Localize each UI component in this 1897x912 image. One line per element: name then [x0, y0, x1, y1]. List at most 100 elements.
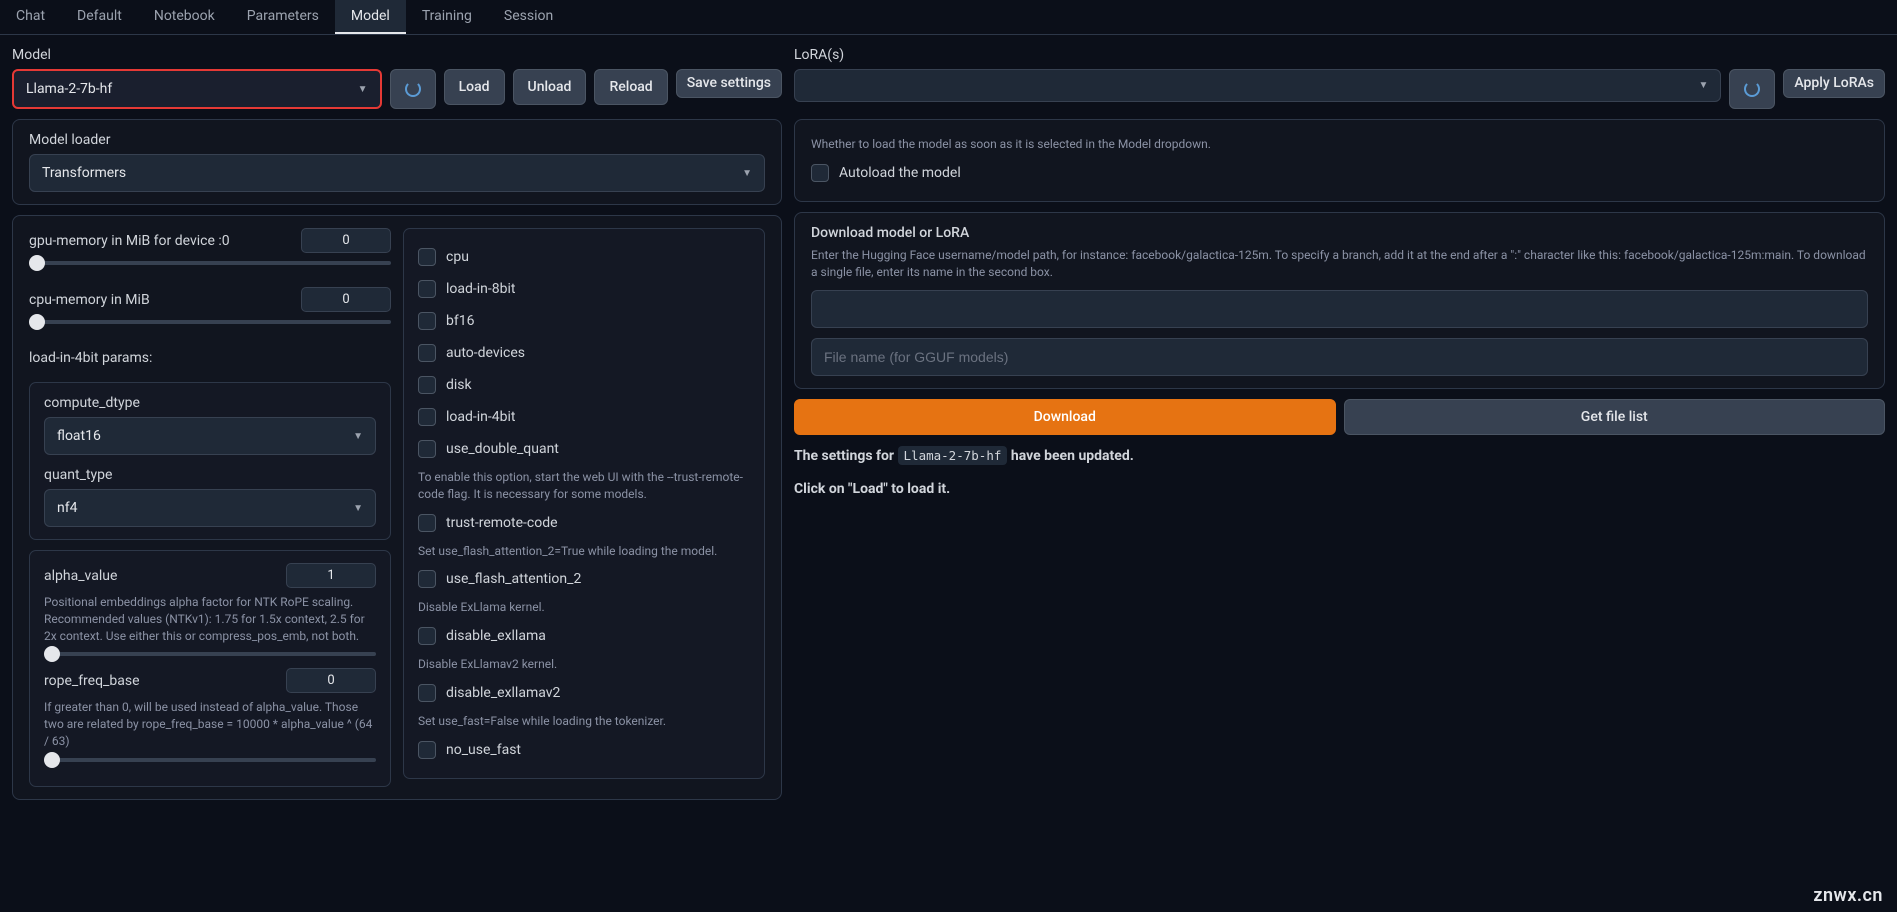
status-message: The settings for Llama-2-7b-hf have been… — [794, 445, 1885, 467]
alpha-value-help: Positional embeddings alpha factor for N… — [44, 594, 376, 644]
refresh-icon — [405, 81, 421, 97]
chevron-down-icon: ▼ — [1698, 80, 1708, 91]
lora-label: LoRA(s) — [794, 47, 1885, 63]
gpu-memory-value[interactable]: 0 — [301, 228, 391, 253]
chevron-down-icon: ▼ — [742, 168, 752, 179]
bf16-checkbox[interactable] — [418, 312, 436, 330]
tab-training[interactable]: Training — [406, 0, 488, 34]
download-button[interactable]: Download — [794, 399, 1336, 435]
tab-notebook[interactable]: Notebook — [138, 0, 231, 34]
disable-exllama-checkbox[interactable] — [418, 627, 436, 645]
loader-settings-panel: gpu-memory in MiB for device :0 0 cpu-me… — [12, 215, 782, 800]
disk-checkbox[interactable] — [418, 376, 436, 394]
cpu-memory-track[interactable] — [29, 320, 391, 324]
rope-freq-base-label: rope_freq_base — [44, 673, 140, 689]
download-filename-input[interactable] — [811, 338, 1868, 376]
slider-thumb[interactable] — [44, 752, 60, 768]
trust-remote-code-label: trust-remote-code — [446, 515, 558, 531]
quant-type-label: quant_type — [44, 467, 376, 483]
slider-thumb[interactable] — [44, 646, 60, 662]
flash-attention-help: Set use_flash_attention_2=True while loa… — [418, 539, 750, 564]
get-file-list-button[interactable]: Get file list — [1344, 399, 1886, 435]
unload-button[interactable]: Unload — [513, 69, 587, 105]
download-help: Enter the Hugging Face username/model pa… — [811, 247, 1868, 281]
disable-exllama-help: Disable ExLlama kernel. — [418, 595, 750, 620]
rope-freq-base-help: If greater than 0, will be used instead … — [44, 699, 376, 749]
autoload-panel: Whether to load the model as soon as it … — [794, 119, 1885, 202]
compute-dtype-group: compute_dtype float16 ▼ quant_type nf4 ▼ — [29, 382, 391, 540]
chevron-down-icon: ▼ — [358, 84, 368, 95]
cpu-memory-label: cpu-memory in MiB — [29, 292, 150, 308]
trust-remote-code-help: To enable this option, start the web UI … — [418, 465, 750, 507]
use-double-quant-checkbox[interactable] — [418, 440, 436, 458]
bf16-label: bf16 — [446, 313, 474, 329]
tab-chat[interactable]: Chat — [0, 0, 61, 34]
use-flash-attention-2-checkbox[interactable] — [418, 570, 436, 588]
model-loader-label: Model loader — [29, 132, 765, 148]
top-tabs: Chat Default Notebook Parameters Model T… — [0, 0, 1897, 35]
tab-default[interactable]: Default — [61, 0, 138, 34]
disable-exllamav2-help: Disable ExLlamav2 kernel. — [418, 652, 750, 677]
autoload-model-label: Autoload the model — [839, 165, 961, 181]
cpu-memory-value[interactable]: 0 — [301, 287, 391, 312]
disable-exllamav2-checkbox[interactable] — [418, 684, 436, 702]
trust-remote-code-checkbox[interactable] — [418, 514, 436, 532]
load-in-4bit-params-label: load-in-4bit params: — [29, 350, 391, 366]
model-dropdown-value: Llama-2-7b-hf — [26, 81, 112, 97]
alpha-value-input[interactable]: 1 — [286, 563, 376, 588]
no-use-fast-help: Set use_fast=False while loading the tok… — [418, 709, 750, 734]
checkbox-panel: cpu load-in-8bit bf16 auto-devices disk … — [403, 228, 765, 779]
rope-freq-base-input[interactable]: 0 — [286, 668, 376, 693]
slider-thumb[interactable] — [29, 255, 45, 271]
chevron-down-icon: ▼ — [353, 431, 363, 442]
model-dropdown[interactable]: Llama-2-7b-hf ▼ — [12, 69, 382, 109]
load-in-4bit-checkbox[interactable] — [418, 408, 436, 426]
model-label: Model — [12, 47, 782, 63]
download-model-path-input[interactable] — [811, 290, 1868, 328]
tab-parameters[interactable]: Parameters — [231, 0, 335, 34]
alpha-value-group: alpha_value 1 Positional embeddings alph… — [29, 550, 391, 787]
cpu-memory-slider: cpu-memory in MiB 0 — [29, 287, 391, 336]
auto-devices-checkbox[interactable] — [418, 344, 436, 362]
gpu-memory-slider: gpu-memory in MiB for device :0 0 — [29, 228, 391, 277]
cpu-checkbox[interactable] — [418, 248, 436, 266]
load-in-8bit-checkbox[interactable] — [418, 280, 436, 298]
compute-dtype-value: float16 — [57, 428, 101, 444]
no-use-fast-checkbox[interactable] — [418, 741, 436, 759]
model-loader-panel: Model loader Transformers ▼ — [12, 119, 782, 205]
quant-type-value: nf4 — [57, 500, 77, 516]
load-button[interactable]: Load — [444, 69, 505, 105]
model-loader-value: Transformers — [42, 165, 126, 181]
tab-model[interactable]: Model — [335, 0, 406, 34]
refresh-model-button[interactable] — [390, 69, 436, 109]
status-model-name: Llama-2-7b-hf — [898, 446, 1008, 465]
auto-devices-label: auto-devices — [446, 345, 525, 361]
alpha-value-label: alpha_value — [44, 568, 117, 584]
slider-thumb[interactable] — [29, 314, 45, 330]
lora-dropdown[interactable]: ▼ — [794, 69, 1721, 102]
gpu-memory-label: gpu-memory in MiB for device :0 — [29, 233, 230, 249]
refresh-lora-button[interactable] — [1729, 69, 1775, 109]
watermark: znwx.cn — [1813, 885, 1883, 906]
use-double-quant-label: use_double_quant — [446, 441, 559, 457]
disable-exllama-label: disable_exllama — [446, 628, 546, 644]
gpu-memory-track[interactable] — [29, 261, 391, 265]
tab-session[interactable]: Session — [488, 0, 569, 34]
alpha-value-track[interactable] — [44, 652, 376, 656]
refresh-icon — [1744, 81, 1760, 97]
reload-button[interactable]: Reload — [594, 69, 667, 105]
download-title: Download model or LoRA — [811, 225, 1868, 241]
compute-dtype-dropdown[interactable]: float16 ▼ — [44, 417, 376, 455]
disk-label: disk — [446, 377, 472, 393]
save-settings-button[interactable]: Save settings — [676, 69, 782, 98]
download-panel: Download model or LoRA Enter the Hugging… — [794, 212, 1885, 390]
load-in-4bit-label: load-in-4bit — [446, 409, 516, 425]
quant-type-dropdown[interactable]: nf4 ▼ — [44, 489, 376, 527]
apply-loras-button[interactable]: Apply LoRAs — [1783, 69, 1885, 98]
compute-dtype-label: compute_dtype — [44, 395, 376, 411]
status-hint: Click on "Load" to load it. — [794, 478, 1885, 500]
model-loader-dropdown[interactable]: Transformers ▼ — [29, 154, 765, 192]
no-use-fast-label: no_use_fast — [446, 742, 521, 758]
autoload-model-checkbox[interactable] — [811, 164, 829, 182]
rope-freq-base-track[interactable] — [44, 758, 376, 762]
